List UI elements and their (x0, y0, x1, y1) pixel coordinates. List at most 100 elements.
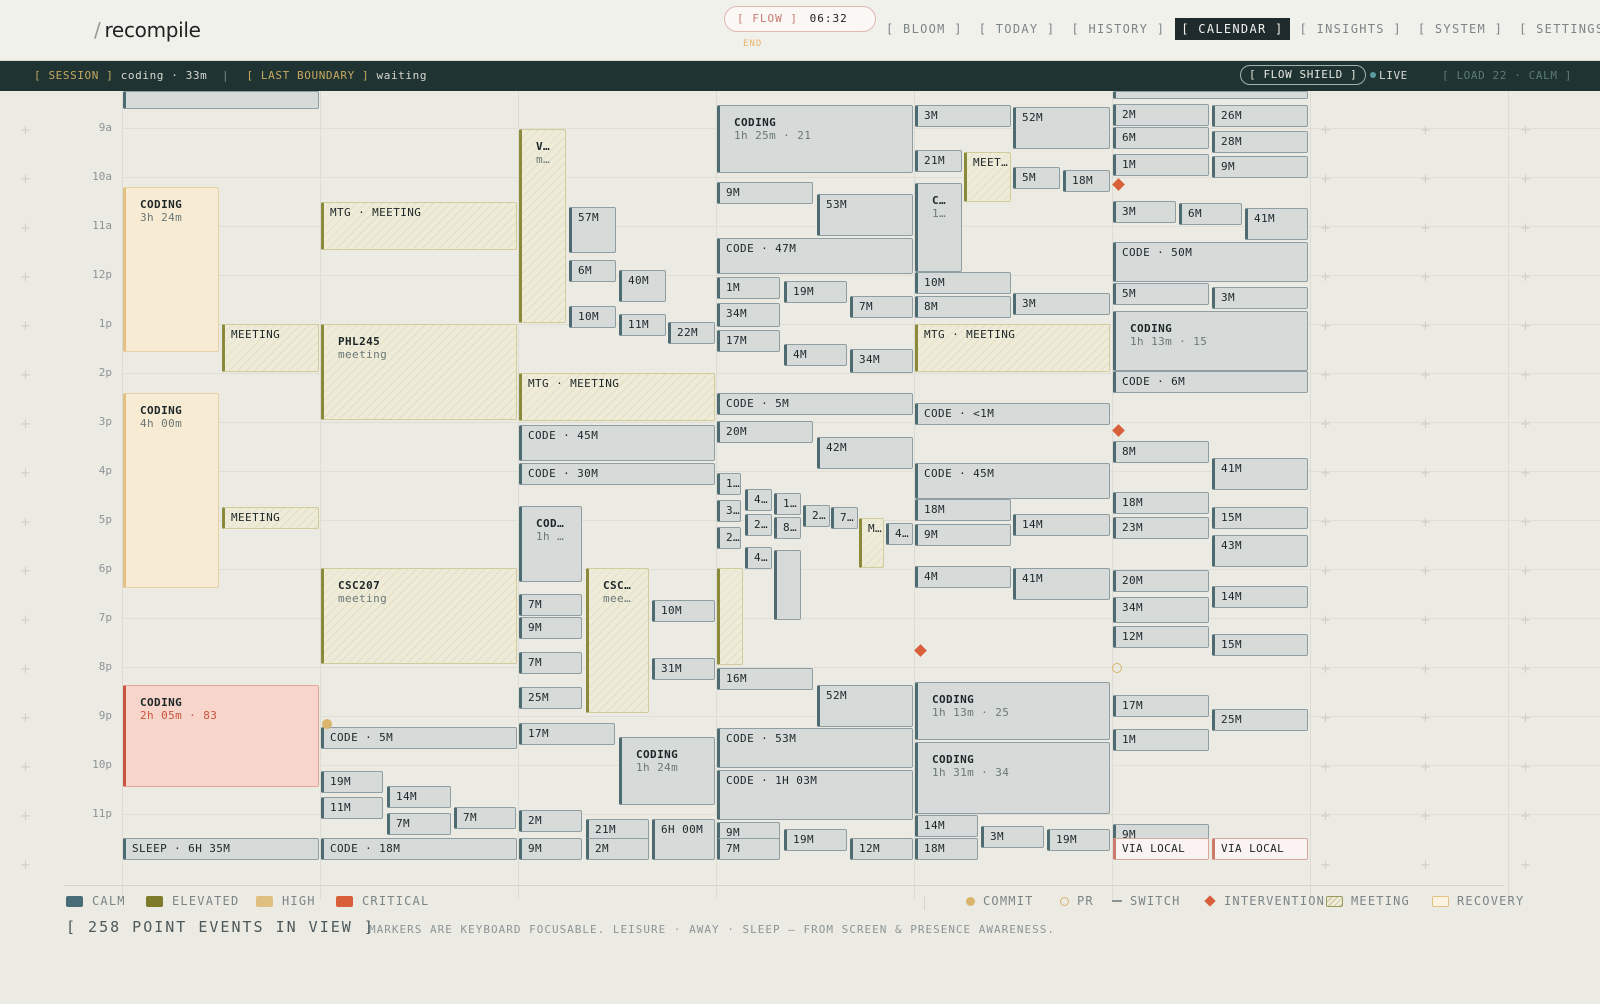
meeting-block[interactable]: MTG · MEETING (915, 324, 1110, 372)
commit-marker-icon[interactable] (322, 719, 332, 729)
nav-tab-calendar[interactable]: [ CALENDAR ] (1175, 18, 1290, 40)
activity-block[interactable]: 4… (886, 523, 913, 545)
activity-block[interactable]: CODING 1h 31m · 34 (915, 742, 1110, 814)
activity-block[interactable]: 22M (668, 322, 715, 344)
nav-tab-insights[interactable]: [ INSIGHTS ] (1294, 18, 1408, 40)
activity-block[interactable]: 6H 00M (652, 819, 715, 860)
activity-block[interactable]: 34M (850, 349, 913, 373)
activity-block[interactable]: SLEEP · 6H 35M (123, 838, 319, 860)
activity-block[interactable]: 1M (717, 277, 780, 299)
activity-block[interactable]: 19M (784, 281, 847, 303)
activity-block[interactable]: 28M (1212, 131, 1308, 153)
meeting-block[interactable]: MTG · MEETING (519, 373, 715, 421)
activity-block[interactable]: 7M (717, 838, 780, 860)
activity-block[interactable]: CODING 2h 05m · 83 (123, 685, 319, 787)
meeting-block[interactable]: MEETING (222, 507, 319, 529)
nav-tab-system[interactable]: [ SYSTEM ] (1412, 18, 1509, 40)
intervention-marker-icon[interactable] (1112, 178, 1125, 191)
activity-block[interactable]: 34M (1113, 597, 1209, 623)
activity-block[interactable]: 26M (1212, 105, 1308, 127)
activity-block[interactable]: 41M (1245, 208, 1308, 240)
activity-block[interactable]: 1M (1113, 154, 1209, 176)
activity-block[interactable]: CODE · 50M (1113, 242, 1308, 282)
activity-block[interactable]: 8M (915, 296, 1011, 318)
activity-block[interactable]: 3M (1013, 293, 1110, 315)
intervention-marker-icon[interactable] (914, 644, 927, 657)
activity-block[interactable]: 41M (1212, 458, 1308, 490)
activity-block[interactable]: 3M (981, 826, 1044, 848)
activity-block[interactable]: CODE · <1M (915, 403, 1110, 425)
activity-block[interactable]: 20M (1113, 570, 1209, 592)
activity-block[interactable]: 2M (519, 810, 582, 832)
activity-block[interactable]: CODE · 18M (321, 838, 517, 860)
activity-block[interactable]: 2M (1113, 104, 1209, 126)
nav-tab-today[interactable]: [ TODAY ] (973, 18, 1062, 40)
activity-block[interactable]: 52M (817, 685, 913, 727)
activity-block[interactable]: 18M (1113, 492, 1209, 514)
meeting-block[interactable]: CSC207 meeting (321, 568, 517, 664)
activity-block[interactable]: 4… (745, 489, 772, 511)
activity-block[interactable]: CODING 1h 13m · 25 (915, 682, 1110, 740)
activity-block[interactable]: 3M (915, 105, 1011, 127)
activity-block[interactable]: 5M (1013, 167, 1060, 189)
activity-block[interactable]: CODING 1h 13m · 15 (1113, 311, 1308, 371)
activity-block[interactable]: CODE · 1H 03M (717, 770, 913, 820)
activity-block[interactable]: 7M (454, 807, 516, 829)
activity-block[interactable]: 11M (321, 797, 383, 819)
activity-block[interactable]: 7… (831, 507, 858, 529)
activity-block[interactable]: 2M (586, 838, 649, 860)
activity-block[interactable]: 19M (1047, 829, 1110, 851)
meeting-block[interactable]: MEETING (222, 324, 319, 372)
activity-block[interactable]: 34M (717, 303, 780, 327)
activity-block[interactable]: CODE · 53M (717, 728, 913, 768)
activity-block[interactable]: CODE · 6M (1113, 371, 1308, 393)
nav-tab-bloom[interactable]: [ BLOOM ] (880, 18, 969, 40)
activity-block[interactable]: 23M (1113, 517, 1209, 539)
activity-block[interactable]: 4… (745, 547, 772, 569)
activity-block[interactable]: 9M (519, 838, 582, 860)
activity-block[interactable]: 3… (717, 500, 741, 522)
activity-block[interactable]: 7M (519, 652, 582, 674)
activity-block[interactable]: 8… (774, 517, 801, 539)
activity-block[interactable]: CODE · 5M (717, 393, 913, 415)
meeting-block[interactable]: M… (859, 518, 884, 568)
activity-block[interactable]: 2… (803, 505, 830, 527)
activity-block[interactable]: 10M (569, 306, 616, 328)
activity-block[interactable]: 15M (1212, 634, 1308, 656)
activity-block[interactable]: 14M (915, 815, 978, 837)
activity-block[interactable]: 3M (1113, 201, 1176, 223)
activity-block[interactable]: 15M (1212, 507, 1308, 529)
activity-block[interactable]: VIA LOCAL (1113, 838, 1209, 860)
activity-block[interactable]: 14M (1212, 586, 1308, 608)
activity-block[interactable]: 10M (915, 272, 1011, 294)
meeting-block[interactable]: PHL245 meeting (321, 324, 517, 420)
activity-block[interactable]: 52M (1013, 107, 1110, 149)
activity-block[interactable]: 5M (1113, 283, 1209, 305)
activity-block[interactable]: 20M (717, 421, 813, 443)
activity-block[interactable]: 43M (1212, 535, 1308, 567)
activity-block[interactable]: 9M (717, 182, 813, 204)
activity-block[interactable]: 17M (519, 723, 615, 745)
activity-block[interactable]: 9M (915, 524, 1011, 546)
nav-tab-settings[interactable]: [ SETTINGS ] (1513, 18, 1600, 40)
activity-block[interactable]: 2… (717, 527, 741, 549)
activity-block[interactable]: 1M (1113, 729, 1209, 751)
activity-block[interactable]: 11M (619, 314, 666, 336)
activity-block[interactable]: 7M (519, 594, 582, 616)
activity-block[interactable]: 31M (652, 658, 715, 680)
activity-block[interactable]: 53M (817, 194, 913, 236)
activity-block[interactable]: 25M (1212, 709, 1308, 731)
activity-block[interactable]: 10M (652, 600, 715, 622)
meeting-block[interactable]: MEET… (964, 152, 1011, 202)
activity-block[interactable]: 16M (717, 668, 813, 690)
activity-block[interactable]: CODING 3h 24m (123, 187, 219, 352)
activity-block[interactable]: 4M (784, 344, 847, 366)
activity-block[interactable]: 17M (1113, 695, 1209, 717)
intervention-marker-icon[interactable] (1112, 424, 1125, 437)
activity-block[interactable]: 4M (915, 566, 1011, 588)
activity-block[interactable]: 3M (1212, 287, 1308, 309)
activity-block[interactable]: 6M (569, 260, 616, 282)
app-logo[interactable]: / recompile (94, 18, 201, 42)
activity-block[interactable]: CODE · 47M (717, 238, 913, 274)
activity-block[interactable]: 19M (321, 771, 383, 793)
